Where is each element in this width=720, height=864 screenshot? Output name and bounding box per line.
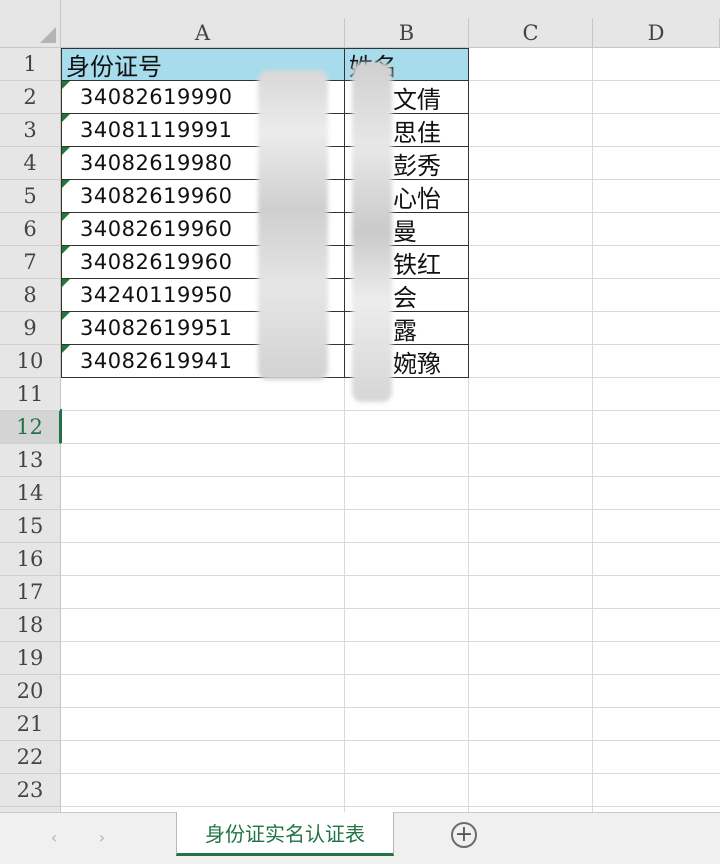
text-number-flag-icon <box>62 345 70 353</box>
gridline-horizontal <box>61 740 720 741</box>
gridline-horizontal <box>61 542 720 543</box>
gridline-horizontal <box>61 773 720 774</box>
text-number-flag-icon <box>62 147 70 155</box>
id-number-text: 34082619951 <box>80 316 233 340</box>
row-header-3[interactable]: 3 <box>0 114 61 147</box>
row-header-10[interactable]: 10 <box>0 345 61 378</box>
text-number-flag-icon <box>62 213 70 221</box>
row-header-2[interactable]: 2 <box>0 81 61 114</box>
row-header-23[interactable]: 23 <box>0 774 61 807</box>
id-number-text: 34082619960 <box>80 217 233 241</box>
spreadsheet-grid[interactable]: A B C D 1 2 3 4 5 6 7 8 9 10 11 12 13 14 15 16 17 18 19 20 2… <box>0 0 720 812</box>
id-number-text: 34082619941 <box>80 349 233 373</box>
active-cell-indicator <box>60 409 344 443</box>
id-number-text: 34082619960 <box>80 250 233 274</box>
add-sheet-plus-icon[interactable]: + <box>451 822 477 848</box>
row-header-6[interactable]: 6 <box>0 213 61 246</box>
gridline-horizontal <box>61 641 720 642</box>
gridline-vertical <box>592 48 593 812</box>
text-number-flag-icon <box>62 81 70 89</box>
row-header-19[interactable]: 19 <box>0 642 61 675</box>
column-header-c[interactable]: C <box>469 18 593 48</box>
id-number-text: 34082619990 <box>80 85 233 109</box>
scroll-left-icon[interactable]: ‹ <box>42 825 66 849</box>
row-header-11[interactable]: 11 <box>0 378 61 411</box>
row-header-13[interactable]: 13 <box>0 444 61 477</box>
gridline-horizontal <box>61 575 720 576</box>
gridline-horizontal <box>61 608 720 609</box>
text-number-flag-icon <box>62 180 70 188</box>
row-header-4[interactable]: 4 <box>0 147 61 180</box>
gridline-horizontal <box>61 509 720 510</box>
gridline-horizontal <box>61 806 720 807</box>
row-header-9[interactable]: 9 <box>0 312 61 345</box>
row-header-7[interactable]: 7 <box>0 246 61 279</box>
scroll-right-icon[interactable]: › <box>90 825 114 849</box>
text-number-flag-icon <box>62 279 70 287</box>
row-header-16[interactable]: 16 <box>0 543 61 576</box>
row-header-15[interactable]: 15 <box>0 510 61 543</box>
text-number-flag-icon <box>62 114 70 122</box>
select-all-corner[interactable] <box>0 0 61 48</box>
row-header-21[interactable]: 21 <box>0 708 61 741</box>
id-number-text: 34240119950 <box>80 283 233 307</box>
row-header-20[interactable]: 20 <box>0 675 61 708</box>
row-header-5[interactable]: 5 <box>0 180 61 213</box>
row-header-22[interactable]: 22 <box>0 741 61 774</box>
select-all-triangle-icon <box>40 27 56 43</box>
column-header-b[interactable]: B <box>345 18 469 48</box>
row-header-14[interactable]: 14 <box>0 477 61 510</box>
gridline-horizontal <box>61 476 720 477</box>
text-number-flag-icon <box>62 312 70 320</box>
gridline-horizontal <box>61 674 720 675</box>
gridline-horizontal <box>61 443 720 444</box>
privacy-blur-name <box>352 62 392 402</box>
row-header-8[interactable]: 8 <box>0 279 61 312</box>
text-number-flag-icon <box>62 246 70 254</box>
id-number-text: 34082619960 <box>80 184 233 208</box>
gridline-horizontal <box>61 707 720 708</box>
column-header-d[interactable]: D <box>593 18 720 48</box>
sheet-tab-bar: ‹ › 身份证实名认证表 + <box>0 812 720 864</box>
id-number-text: 34082619980 <box>80 151 233 175</box>
row-header-17[interactable]: 17 <box>0 576 61 609</box>
row-header-18[interactable]: 18 <box>0 609 61 642</box>
row-header-1[interactable]: 1 <box>0 48 61 81</box>
id-number-text: 34081119991 <box>80 118 233 142</box>
sheet-tab-active[interactable]: 身份证实名认证表 <box>176 812 394 856</box>
privacy-blur-id <box>258 70 328 380</box>
row-header-12[interactable]: 12 <box>0 411 61 444</box>
column-header-a[interactable]: A <box>61 18 345 48</box>
